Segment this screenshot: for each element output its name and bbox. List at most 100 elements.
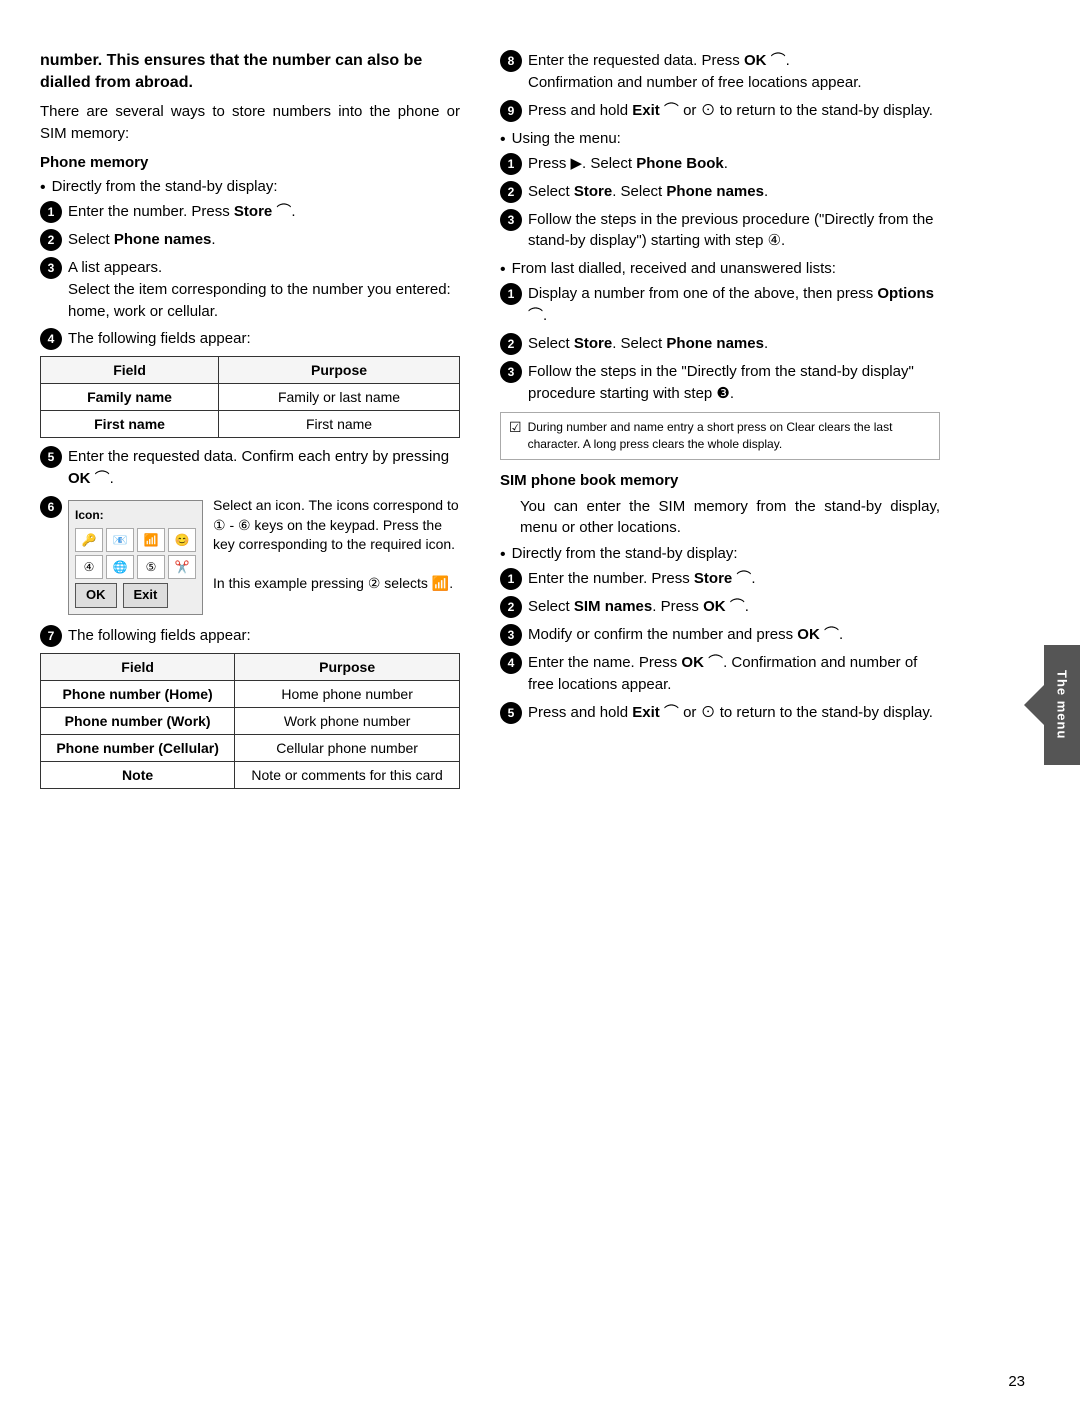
left-column: number. This ensures that the number can… [0, 30, 480, 1380]
step-2-content: Select Phone names. [68, 229, 460, 251]
icon-cell-1: 🔑 [75, 528, 103, 552]
icon-buttons: OK Exit [75, 583, 196, 608]
table2-header-field: Field [41, 654, 235, 681]
table1-row2-purpose: First name [219, 411, 460, 438]
table-row: Note Note or comments for this card [41, 762, 460, 789]
sim-bullet-label: Directly from the stand-by display: [512, 545, 738, 562]
tab-label: The menu [1044, 645, 1080, 765]
step-3-content: A list appears. Select the item correspo… [68, 257, 460, 322]
last-step-circle-2: 2 [500, 333, 522, 355]
sim-step-1: 1 Enter the number. Press Store ⌒. [500, 568, 940, 590]
bullet-dot-4: • [500, 545, 506, 564]
step-circle-3: 3 [40, 257, 62, 279]
table2-row1-purpose: Home phone number [235, 681, 460, 708]
table-1: Field Purpose Family name Family or last… [40, 356, 460, 438]
step-circle-6: 6 [40, 496, 62, 518]
sim-step-2: 2 Select SIM names. Press OK ⌒. [500, 596, 940, 618]
last-step-3: 3 Follow the steps in the "Directly from… [500, 361, 940, 405]
table2-row4-purpose: Note or comments for this card [235, 762, 460, 789]
main-heading: number. This ensures that the number can… [40, 50, 460, 95]
sim-step-circle-3: 3 [500, 624, 522, 646]
intro-text: There are several ways to store numbers … [40, 101, 460, 145]
icon-cell-2: 📧 [106, 528, 134, 552]
last-step-1: 1 Display a number from one of the above… [500, 283, 940, 327]
menu-step-1: 1 Press ▶. Select Phone Book. [500, 153, 940, 175]
last-step-circle-1: 1 [500, 283, 522, 305]
note-text: During number and name entry a short pre… [528, 419, 931, 453]
step-8: 8 Enter the requested data. Press OK ⌒. … [500, 50, 940, 94]
sim-step-circle-1: 1 [500, 568, 522, 590]
table2-row4-field: Note [41, 762, 235, 789]
table1-row2-field: First name [41, 411, 219, 438]
sim-step-5: 5 Press and hold Exit ⌒ or ⊙ to return t… [500, 702, 940, 724]
menu-step-circle-2: 2 [500, 181, 522, 203]
bullet-last: • From last dialled, received and unansw… [500, 260, 940, 279]
step-6-content: Icon: 🔑 📧 📶 😊 ④ 🌐 ⑤ ✂️ OK [68, 496, 460, 619]
table2-row2-field: Phone number (Work) [41, 708, 235, 735]
sim-step-2-content: Select SIM names. Press OK ⌒. [528, 596, 940, 618]
table-row: Family name Family or last name [41, 384, 460, 411]
sim-step-circle-5: 5 [500, 702, 522, 724]
step-9-content: Press and hold Exit ⌒ or ⊙ to return to … [528, 100, 940, 122]
icon-cell-7: ⑤ [137, 555, 165, 579]
last-step-1-content: Display a number from one of the above, … [528, 283, 940, 327]
table1-header-field: Field [41, 357, 219, 384]
step-circle-7: 7 [40, 625, 62, 647]
table1-row1-purpose: Family or last name [219, 384, 460, 411]
last-step-3-content: Follow the steps in the "Directly from t… [528, 361, 940, 405]
step-5: 5 Enter the requested data. Confirm each… [40, 446, 460, 490]
step-circle-1: 1 [40, 201, 62, 223]
bullet-direct-label: Directly from the stand-by display: [52, 178, 278, 195]
icon-cell-4: 😊 [168, 528, 196, 552]
bullet-menu: • Using the menu: [500, 130, 940, 149]
step-5-content: Enter the requested data. Confirm each e… [68, 446, 460, 490]
icon-cell-6: 🌐 [106, 555, 134, 579]
bullet-sim: • Directly from the stand-by display: [500, 545, 940, 564]
table-row: Phone number (Home) Home phone number [41, 681, 460, 708]
icon-box: Icon: 🔑 📧 📶 😊 ④ 🌐 ⑤ ✂️ OK [68, 500, 203, 615]
step-circle-2: 2 [40, 229, 62, 251]
sim-step-3: 3 Modify or confirm the number and press… [500, 624, 940, 646]
menu-step-circle-3: 3 [500, 209, 522, 231]
step-4-content: The following fields appear: [68, 328, 460, 350]
check-icon: ☑ [509, 419, 522, 436]
step-6: 6 Icon: 🔑 📧 📶 😊 ④ 🌐 ⑤ ✂️ [40, 496, 460, 619]
step-9: 9 Press and hold Exit ⌒ or ⊙ to return t… [500, 100, 940, 122]
phone-memory-label: Phone memory [40, 152, 460, 174]
step-circle-9: 9 [500, 100, 522, 122]
sim-step-3-content: Modify or confirm the number and press O… [528, 624, 940, 646]
icon-label: Icon: [75, 507, 196, 524]
page-number: 23 [1008, 1373, 1025, 1390]
menu-step-1-content: Press ▶. Select Phone Book. [528, 153, 940, 175]
ok-btn: OK [75, 583, 117, 608]
step-1: 1 Enter the number. Press Store ⌒. [40, 201, 460, 223]
sim-step-circle-4: 4 [500, 652, 522, 674]
step-8-content: Enter the requested data. Press OK ⌒. Co… [528, 50, 940, 94]
note-box: ☑ During number and name entry a short p… [500, 412, 940, 460]
menu-step-3: 3 Follow the steps in the previous proce… [500, 209, 940, 253]
icon-cell-5: ④ [75, 555, 103, 579]
bullet-direct: • Directly from the stand-by display: [40, 178, 460, 197]
icon-cell-8: ✂️ [168, 555, 196, 579]
sim-step-1-content: Enter the number. Press Store ⌒. [528, 568, 940, 590]
sim-step-4-content: Enter the name. Press OK ⌒. Confirmation… [528, 652, 940, 696]
bullet-dot-2: • [500, 130, 506, 149]
step-7-content: The following fields appear: [68, 625, 460, 647]
exit-btn: Exit [123, 583, 169, 608]
menu-step-2: 2 Select Store. Select Phone names. [500, 181, 940, 203]
menu-step-2-content: Select Store. Select Phone names. [528, 181, 940, 203]
sim-step-4: 4 Enter the name. Press OK ⌒. Confirmati… [500, 652, 940, 696]
bullet-dot: • [40, 178, 46, 197]
icon-cell-3: 📶 [137, 528, 165, 552]
tab-text: The menu [1055, 670, 1070, 739]
step-4: 4 The following fields appear: [40, 328, 460, 350]
table-2: Field Purpose Phone number (Home) Home p… [40, 653, 460, 789]
table2-header-purpose: Purpose [235, 654, 460, 681]
step-1-content: Enter the number. Press Store ⌒. [68, 201, 460, 223]
menu-step-circle-1: 1 [500, 153, 522, 175]
table1-row1-field: Family name [41, 384, 219, 411]
last-step-2: 2 Select Store. Select Phone names. [500, 333, 940, 355]
table1-header-purpose: Purpose [219, 357, 460, 384]
table2-row3-field: Phone number (Cellular) [41, 735, 235, 762]
table2-row2-purpose: Work phone number [235, 708, 460, 735]
